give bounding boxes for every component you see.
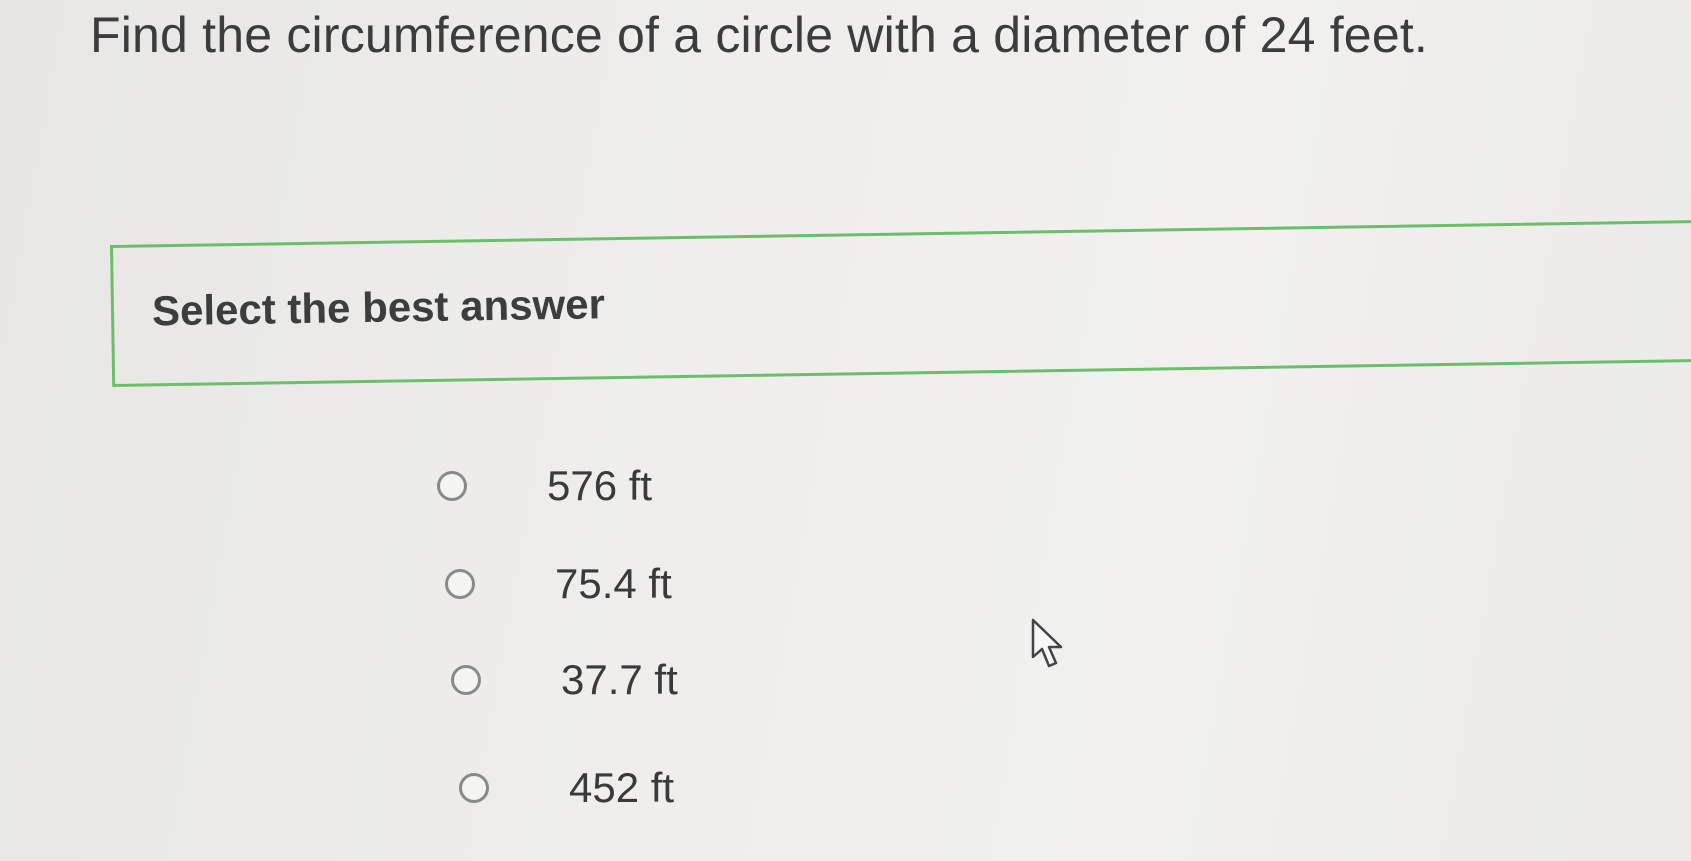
answer-option-2[interactable]: 75.4 ft bbox=[445, 560, 672, 608]
answer-option-label: 576 ft bbox=[547, 462, 653, 509]
answer-option-4[interactable]: 452 ft bbox=[459, 764, 674, 812]
answer-option-label: 37.7 ft bbox=[561, 656, 678, 703]
radio-button[interactable] bbox=[445, 569, 475, 599]
answer-option-1[interactable]: 576 ft bbox=[437, 462, 652, 510]
mouse-pointer-icon bbox=[1031, 618, 1063, 668]
answer-option-label: 75.4 ft bbox=[555, 560, 672, 607]
answer-option-3[interactable]: 37.7 ft bbox=[451, 656, 678, 704]
question-text: Find the circumference of a circle with … bbox=[90, 7, 1429, 63]
answer-option-label: 452 ft bbox=[569, 764, 675, 811]
quiz-screen: Find the circumference of a circle with … bbox=[0, 0, 1691, 861]
radio-button[interactable] bbox=[451, 665, 481, 695]
prompt-text: Select the best answer bbox=[151, 280, 606, 335]
radio-button[interactable] bbox=[459, 773, 489, 803]
radio-button[interactable] bbox=[437, 471, 467, 501]
prompt-box: Select the best answer bbox=[110, 219, 1691, 387]
